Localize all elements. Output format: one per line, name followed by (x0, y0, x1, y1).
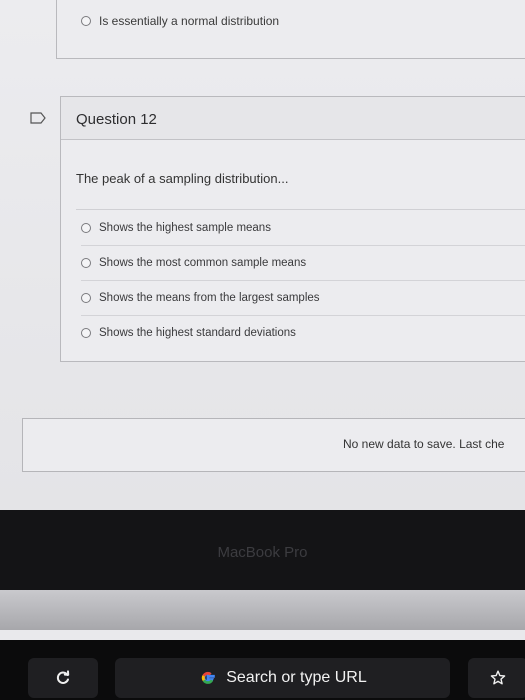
question-header: Question 12 (61, 97, 525, 140)
answer-option-label: Is essentially a normal distribution (99, 14, 280, 28)
answer-option[interactable]: Shows the highest standard deviations (81, 316, 525, 350)
radio-button[interactable] (81, 258, 91, 268)
question-prompt: The peak of a sampling distribution... (76, 171, 289, 186)
answer-option-label: Shows the highest sample means (99, 222, 271, 234)
google-icon (202, 671, 216, 684)
laptop-brand-label: MacBook Pro (217, 544, 308, 561)
url-search-label: Search or type URL (226, 669, 367, 686)
answer-option[interactable]: Shows the highest sample means (81, 211, 525, 246)
star-icon (490, 670, 506, 685)
divider (76, 209, 525, 210)
reload-button[interactable] (28, 658, 98, 698)
previous-question-card: Is essentially a normal distribution (56, 0, 525, 59)
url-search-field[interactable]: Search or type URL (115, 658, 450, 698)
laptop-bezel: MacBook Pro (0, 510, 525, 590)
flag-icon[interactable] (30, 112, 46, 124)
radio-button[interactable] (81, 293, 91, 303)
reload-icon (56, 670, 70, 684)
radio-button[interactable] (81, 16, 91, 26)
bookmark-button[interactable] (468, 658, 525, 698)
answer-option-label: Shows the most common sample means (99, 257, 307, 269)
browser-viewport: Is essentially a normal distribution Que… (0, 0, 525, 510)
question-card: Question 12 The peak of a sampling distr… (60, 96, 525, 362)
radio-button[interactable] (81, 223, 91, 233)
answer-option-label: Shows the means from the largest samples (99, 292, 320, 304)
question-title: Question 12 (76, 111, 157, 128)
answer-option[interactable]: Is essentially a normal distribution (81, 14, 279, 28)
save-status-bar: No new data to save. Last che (22, 418, 525, 472)
answer-option[interactable]: Shows the means from the largest samples (81, 281, 525, 316)
save-status-text: No new data to save. Last che (343, 437, 505, 451)
answer-options: Shows the highest sample means Shows the… (81, 211, 525, 350)
answer-option-label: Shows the highest standard deviations (99, 327, 296, 339)
radio-button[interactable] (81, 328, 91, 338)
answer-option[interactable]: Shows the most common sample means (81, 246, 525, 281)
touch-bar: Search or type URL (0, 640, 525, 700)
laptop-base (0, 590, 525, 630)
